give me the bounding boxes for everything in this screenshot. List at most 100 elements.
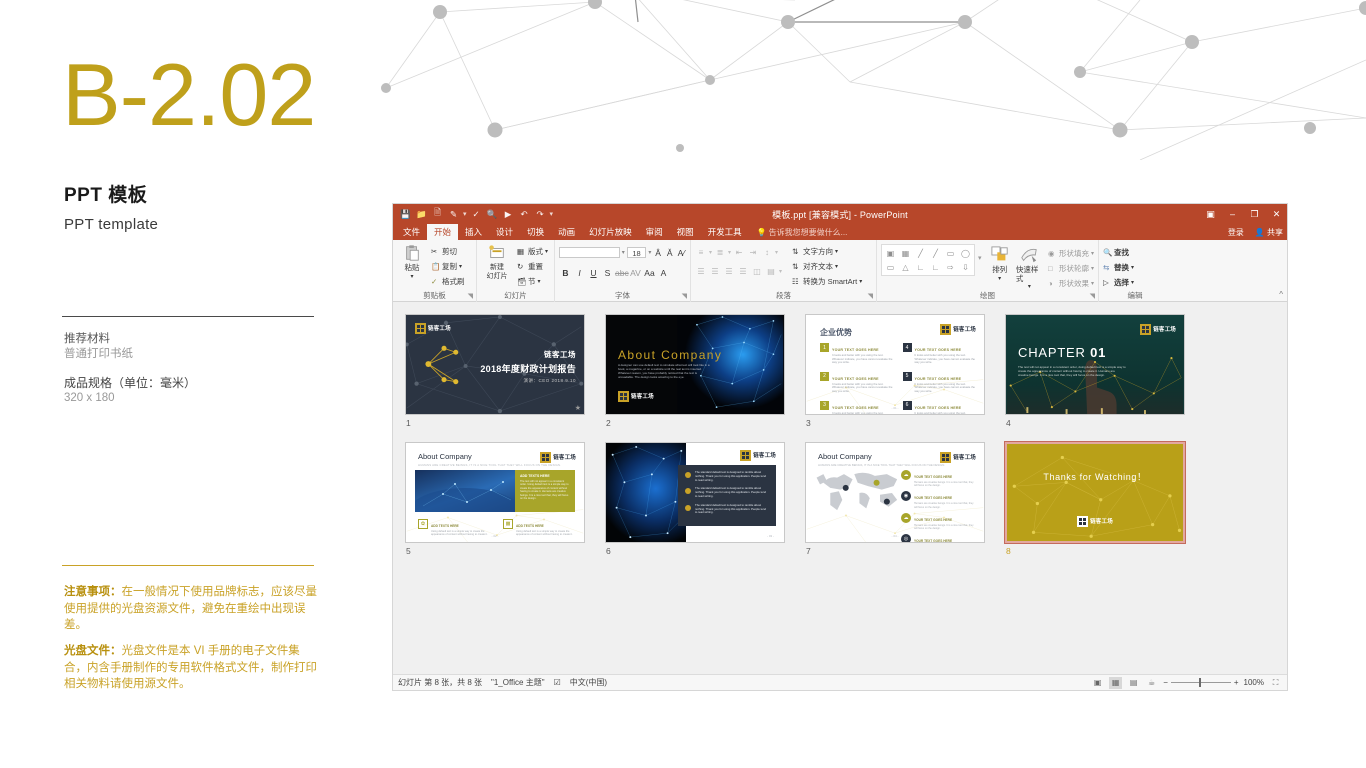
tab-animations[interactable]: 动画: [551, 224, 582, 240]
slide-thumbnail-8[interactable]: Thanks for Watching！ 链客工场 8: [1004, 441, 1191, 556]
slide-5-canvas[interactable]: About Company HUMANS ARE CREATIVE BEINGS…: [405, 442, 585, 543]
grow-font-icon[interactable]: Â: [653, 247, 663, 259]
line-spacing-icon[interactable]: ↕: [761, 247, 773, 259]
font-name-input[interactable]: [559, 247, 620, 258]
zoom-level-label[interactable]: 100%: [1244, 678, 1264, 687]
underline-button[interactable]: U: [587, 267, 600, 279]
numbering-icon[interactable]: ≣: [714, 247, 726, 259]
fit-to-window-icon[interactable]: ⛶: [1269, 677, 1282, 689]
drawing-dialog-launcher[interactable]: ◥: [1090, 292, 1095, 300]
clipboard-dialog-launcher[interactable]: ◥: [468, 292, 473, 300]
shape-gallery[interactable]: ▣ ▦ ╱ ╱ ▭ ◯ ▭ △ ∟ ∟ ⇨ ⇩: [881, 244, 975, 276]
rounded-rect-icon[interactable]: ▭: [943, 246, 958, 260]
tab-slideshow[interactable]: 幻灯片放映: [582, 224, 639, 240]
slide-7-canvas[interactable]: About Company HUMANS ARE CREATIVE BEINGS…: [805, 442, 985, 543]
paragraph-dialog-launcher[interactable]: ◥: [868, 292, 873, 300]
text-direction2-icon[interactable]: ▤: [765, 266, 777, 278]
zoom-in-button[interactable]: +: [1234, 678, 1239, 687]
tab-home[interactable]: 开始: [427, 224, 459, 240]
shape-outline-button[interactable]: □ 形状轮廓 ▾: [1048, 263, 1094, 274]
section-button[interactable]: 🗃 节 ▾: [517, 276, 541, 287]
slide-3-canvas[interactable]: 企业优势 链客工场 1 YOUR TEXT GOES HERE It looks a…: [805, 314, 985, 415]
textbox-icon[interactable]: ▦: [898, 246, 913, 260]
cut-button[interactable]: ✂ 剪切: [431, 246, 457, 257]
minimize-icon[interactable]: –: [1226, 209, 1239, 219]
arrange-button[interactable]: 排列 ▾: [989, 244, 1011, 292]
spell-check-icon[interactable]: ☑: [554, 678, 561, 687]
columns-icon[interactable]: ◫: [751, 266, 763, 278]
reading-view-icon[interactable]: ▤: [1127, 677, 1140, 689]
zoom-out-button[interactable]: −: [1163, 678, 1168, 687]
strikethrough-button[interactable]: abc: [615, 267, 629, 279]
slide-sorter-pane[interactable]: 链客工场 链客工场 2018年度财政计划报告 演讲：CEO 2018.9.10 …: [393, 302, 1287, 674]
select-button[interactable]: ▷ 选择 ▾: [1103, 277, 1134, 288]
bold-button[interactable]: B: [559, 267, 572, 279]
slide-thumbnail-7[interactable]: About Company HUMANS ARE CREATIVE BEINGS…: [805, 442, 991, 556]
format-painter-button[interactable]: ✓ 格式刷: [431, 276, 465, 287]
font-size-input[interactable]: 18: [626, 247, 647, 258]
copy-button[interactable]: 📋 复制 ▾: [431, 261, 462, 272]
line-icon[interactable]: ╱: [913, 246, 928, 260]
normal-view-icon[interactable]: ▣: [1091, 677, 1104, 689]
rect-icon[interactable]: ▭: [883, 260, 898, 274]
elbow-icon[interactable]: ∟: [913, 260, 928, 274]
quick-styles-button[interactable]: 快速样式 ▾: [1016, 244, 1043, 292]
font-dialog-launcher[interactable]: ◥: [682, 292, 687, 300]
slide-thumbnail-6[interactable]: 链客工场 The standard default text is design…: [605, 442, 791, 556]
paste-button[interactable]: 粘贴 ▾: [397, 242, 427, 289]
slide-sorter-icon[interactable]: ▦: [1109, 676, 1123, 689]
italic-button[interactable]: I: [573, 267, 586, 279]
slide-1-canvas[interactable]: 链客工场 链客工场 2018年度财政计划报告 演讲：CEO 2018.9.10 …: [405, 314, 585, 415]
slide-show-icon[interactable]: ☕: [1145, 677, 1158, 689]
down-arrow-icon[interactable]: ⇩: [958, 260, 973, 274]
slide-2-canvas[interactable]: About Company A designer can use default…: [605, 314, 785, 415]
bullets-icon[interactable]: ≡: [695, 247, 707, 259]
oval-icon[interactable]: ◯: [958, 246, 973, 260]
slide-thumbnail-1[interactable]: 链客工场 链客工场 2018年度财政计划报告 演讲：CEO 2018.9.10 …: [405, 314, 591, 428]
elbow2-icon[interactable]: ∟: [928, 260, 943, 274]
slide-thumbnail-3[interactable]: 企业优势 链客工场 1 YOUR TEXT GOES HERE It looks a…: [805, 314, 991, 428]
rect-fill-icon[interactable]: ▣: [883, 246, 898, 260]
tab-transitions[interactable]: 切换: [520, 224, 551, 240]
shape-effects-button[interactable]: ◑ 形状效果 ▾: [1048, 278, 1094, 289]
replace-button[interactable]: ⇆ 替换 ▾: [1103, 262, 1134, 273]
slide-thumbnail-2[interactable]: About Company A designer can use default…: [605, 314, 791, 428]
align-center-icon[interactable]: ☰: [709, 266, 721, 278]
align-right-icon[interactable]: ☰: [723, 266, 735, 278]
collapse-ribbon-icon[interactable]: ^: [1279, 290, 1283, 299]
right-arrow-icon[interactable]: ⇨: [943, 260, 958, 274]
slide-4-canvas[interactable]: CHAPTER 01 The text will not appear in a…: [1005, 314, 1185, 415]
share-button[interactable]: 👤 共享: [1255, 227, 1283, 238]
change-case-icon[interactable]: Aa: [643, 267, 656, 279]
layout-button[interactable]: ▦ 版式 ▾: [517, 246, 548, 257]
sign-in-link[interactable]: 登录: [1228, 227, 1244, 238]
shape-gallery-more-icon[interactable]: ▾: [975, 244, 984, 262]
slide-6-canvas[interactable]: 链客工场 The standard default text is design…: [605, 442, 785, 543]
tab-view[interactable]: 视图: [670, 224, 701, 240]
clear-formatting-icon[interactable]: A⁄: [676, 247, 686, 259]
close-icon[interactable]: ✕: [1270, 209, 1283, 220]
character-spacing-icon[interactable]: AV: [629, 267, 642, 279]
tab-file[interactable]: 文件: [396, 224, 427, 240]
find-button[interactable]: 🔍 查找: [1103, 247, 1129, 258]
zoom-track[interactable]: [1170, 678, 1231, 687]
tab-review[interactable]: 审阅: [639, 224, 670, 240]
ribbon-display-options-icon[interactable]: ▣: [1204, 209, 1217, 220]
slide-1-animation-icon[interactable]: ★: [575, 404, 581, 412]
new-slide-button[interactable]: 新建 幻灯片: [481, 242, 513, 289]
tab-insert[interactable]: 插入: [458, 224, 489, 240]
restore-icon[interactable]: ❐: [1248, 209, 1261, 220]
justify-icon[interactable]: ☰: [737, 266, 749, 278]
shrink-font-icon[interactable]: Ǎ: [665, 247, 675, 259]
decrease-indent-icon[interactable]: ⇤: [733, 247, 745, 259]
paste-dropdown-icon[interactable]: ▾: [410, 273, 413, 282]
increase-indent-icon[interactable]: ⇥: [747, 247, 759, 259]
arrow-line-icon[interactable]: ╱: [928, 246, 943, 260]
font-color-icon[interactable]: A: [657, 267, 670, 279]
triangle-icon[interactable]: △: [898, 260, 913, 274]
zoom-handle[interactable]: [1198, 678, 1201, 687]
language-label[interactable]: 中文(中国): [570, 677, 607, 688]
reset-button[interactable]: ↻ 重置: [517, 261, 543, 272]
smartart-button[interactable]: ☷ 转换为 SmartArt ▾: [792, 276, 862, 287]
align-left-icon[interactable]: ☰: [695, 266, 707, 278]
